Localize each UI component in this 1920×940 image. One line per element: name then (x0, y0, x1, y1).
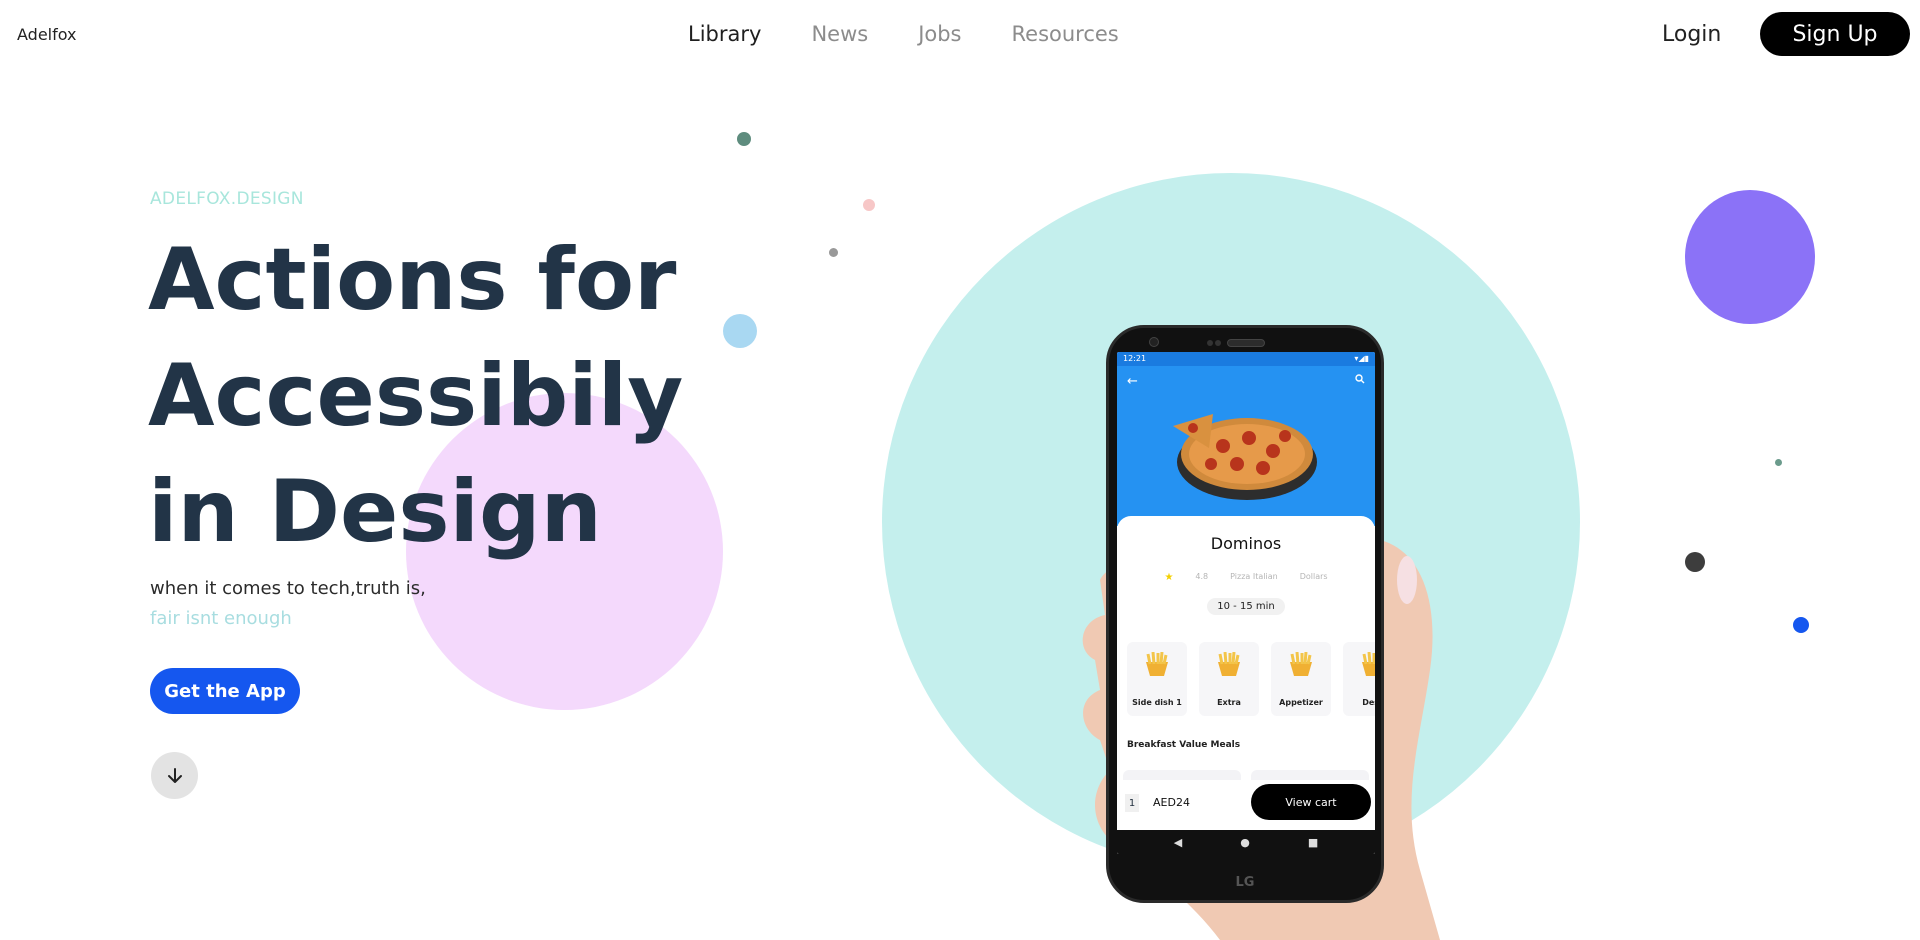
status-icons: ▾◢▮ (1354, 354, 1369, 363)
nav-back-icon[interactable]: ◀ (1174, 836, 1182, 849)
rating: 4.8 (1195, 572, 1209, 581)
category-item[interactable]: Appetizer (1271, 642, 1331, 716)
restaurant-name: Dominos (1210, 534, 1282, 553)
hero-headline: Actions for Accessibily in Design (148, 222, 848, 570)
arrow-down-icon (167, 767, 182, 783)
category-label: Appetizer (1279, 698, 1323, 707)
category-item[interactable]: Dess (1343, 642, 1375, 716)
eyebrow-label: ADELFOX.DESIGN (150, 189, 304, 209)
phone-speaker (1227, 339, 1265, 347)
headline-line-1: Actions for (148, 230, 677, 330)
dark-dot (1685, 552, 1705, 572)
fries-icon (1362, 652, 1375, 676)
status-bar: 12:21 ▾◢▮ (1117, 352, 1375, 366)
category-item[interactable]: Side dish 1 (1127, 642, 1187, 716)
nav-resources[interactable]: Resources (1012, 22, 1119, 46)
price-level: Dollars (1299, 572, 1328, 581)
cart-price: AED24 (1153, 796, 1190, 809)
category-label: Extra (1217, 698, 1241, 707)
green-dot (737, 132, 751, 146)
main-nav: Library News Jobs Resources (688, 22, 1169, 46)
category-item[interactable]: Extra (1199, 642, 1259, 716)
restaurant-meta: ★ 4.8 Pizza Italian Dollars (1117, 572, 1375, 583)
headline-line-3: in Design (148, 462, 602, 562)
signup-button[interactable]: Sign Up (1760, 12, 1910, 56)
category-label: Dess (1362, 698, 1375, 707)
blue-dot (1793, 617, 1809, 633)
top-header: Adelfox Library News Jobs Resources Logi… (0, 0, 1920, 70)
phone-camera (1149, 337, 1159, 347)
cart-bar: 1 AED24 View cart (1117, 780, 1375, 830)
arrow-left-icon[interactable]: ← (1127, 374, 1138, 389)
pink-dot (863, 199, 875, 211)
fries-icon (1290, 652, 1312, 676)
fries-icon (1146, 652, 1168, 676)
search-icon[interactable] (1355, 374, 1365, 384)
status-time: 12:21 (1123, 354, 1147, 363)
android-nav-bar: ◀ ● ■ (1117, 830, 1375, 854)
nav-library[interactable]: Library (688, 22, 761, 46)
phone-screen: 12:21 ▾◢▮ ← Dominos ★ 4.8 Pizza Italian … (1117, 352, 1375, 854)
eta-badge: 10 - 15 min (1207, 598, 1285, 615)
nav-news[interactable]: News (811, 22, 868, 46)
headline-line-2: Accessibily (148, 346, 684, 446)
category-label: Side dish 1 (1132, 698, 1182, 707)
cuisine: Pizza Italian (1230, 572, 1278, 581)
nav-jobs[interactable]: Jobs (918, 22, 961, 46)
nav-home-icon[interactable]: ● (1240, 836, 1250, 849)
app-header: ← (1117, 366, 1375, 526)
phone-sensor (1207, 340, 1213, 346)
nav-recents-icon[interactable]: ■ (1308, 836, 1318, 849)
landing-page: Adelfox Library News Jobs Resources Logi… (0, 0, 1920, 940)
small-green-dot (1775, 459, 1782, 466)
login-link[interactable]: Login (1662, 22, 1721, 47)
phone-sensor (1215, 340, 1221, 346)
view-cart-button[interactable]: View cart (1251, 784, 1371, 820)
pizza-image (1173, 414, 1317, 500)
star-icon: ★ (1164, 572, 1174, 583)
get-app-button[interactable]: Get the App (150, 668, 300, 714)
phone-brand: LG (1235, 875, 1255, 890)
cart-quantity: 1 (1125, 794, 1139, 812)
scroll-down-button[interactable] (151, 752, 198, 799)
fries-icon (1218, 652, 1240, 676)
phone-mockup: 12:21 ▾◢▮ ← Dominos ★ 4.8 Pizza Italian … (1106, 325, 1384, 903)
purple-circle (1685, 190, 1815, 324)
site-logo[interactable]: Adelfox (17, 25, 77, 44)
category-list: Side dish 1 Extra Appetizer De (1127, 642, 1375, 716)
section-title: Breakfast Value Meals (1127, 740, 1241, 750)
hero-subline-1: when it comes to tech,truth is, (150, 578, 426, 599)
hero-subline-2: fair isnt enough (150, 608, 292, 629)
